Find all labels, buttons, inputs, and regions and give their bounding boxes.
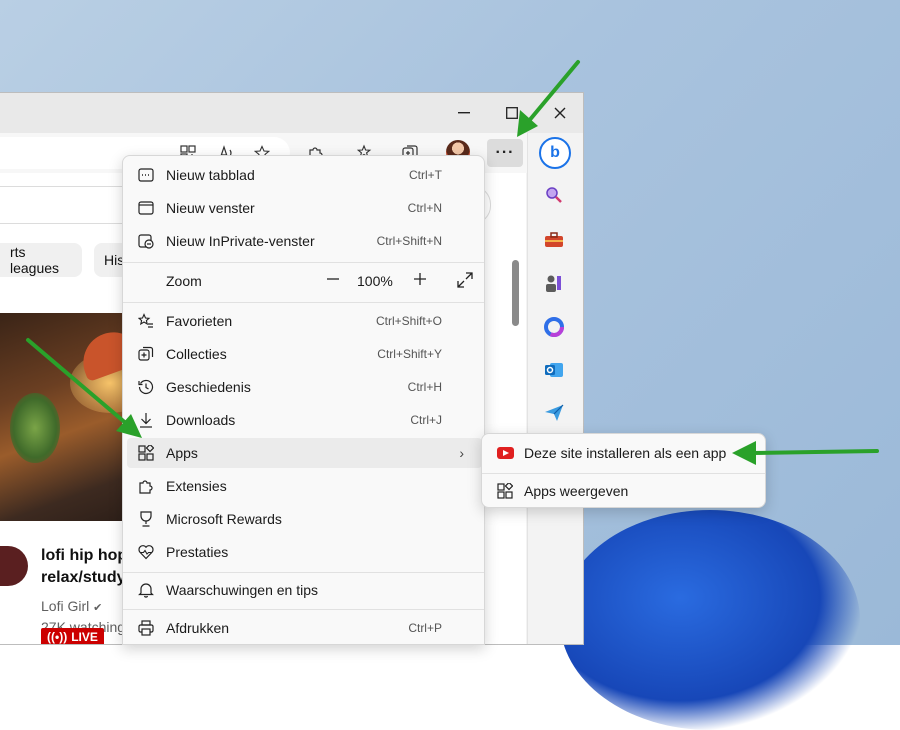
menu-divider — [123, 302, 484, 303]
more-options-button[interactable]: ··· — [487, 139, 523, 167]
live-label: LIVE — [71, 630, 98, 644]
new-window-icon — [137, 199, 155, 217]
close-icon — [554, 107, 566, 119]
extensions-icon — [137, 477, 155, 495]
games-icon[interactable] — [542, 271, 566, 295]
wallpaper-bloom — [560, 510, 860, 730]
youtube-icon — [496, 444, 514, 462]
submenu-item-install-site-as-app[interactable]: Deze site installeren als een app — [486, 438, 761, 468]
menu-item-microsoft-rewards[interactable]: Microsoft Rewards — [127, 504, 482, 534]
expand-icon — [457, 272, 473, 288]
favorites-icon — [137, 312, 155, 330]
zoom-level: 100% — [357, 273, 393, 289]
channel-name-text: Lofi Girl — [41, 598, 90, 614]
bing-icon[interactable]: b — [539, 137, 571, 169]
settings-menu: Nieuw tabblad Ctrl+T Nieuw venster Ctrl+… — [122, 155, 485, 645]
category-chip[interactable]: rts leagues — [0, 243, 82, 277]
inprivate-icon — [137, 232, 155, 250]
maximize-icon — [506, 107, 518, 119]
search-icon[interactable] — [542, 183, 566, 207]
submenu-item-view-apps[interactable]: Apps weergeven — [486, 476, 761, 506]
print-icon — [137, 619, 155, 637]
microsoft365-icon[interactable] — [542, 315, 566, 339]
menu-item-history[interactable]: Geschiedenis Ctrl+H — [127, 372, 482, 402]
minimize-button[interactable] — [450, 101, 478, 125]
collections-icon — [137, 345, 155, 363]
menu-item-zoom: Zoom 100% — [127, 266, 482, 296]
menu-item-new-window[interactable]: Nieuw venster Ctrl+N — [127, 193, 482, 223]
fullscreen-button[interactable] — [457, 272, 473, 291]
thumbnail-plant — [10, 393, 60, 463]
apps-icon — [496, 482, 514, 500]
menu-item-collections[interactable]: Collecties Ctrl+Shift+Y — [127, 339, 482, 369]
chevron-right-icon: › — [459, 445, 464, 461]
menu-item-favorites[interactable]: Favorieten Ctrl+Shift+O — [127, 306, 482, 336]
toolbox-icon[interactable] — [542, 228, 566, 252]
menu-item-print[interactable]: Afdrukken Ctrl+P — [127, 613, 482, 643]
menu-item-alerts-and-tips[interactable]: Waarschuwingen en tips — [127, 575, 482, 605]
bell-icon — [137, 581, 155, 599]
menu-divider — [123, 262, 484, 263]
verified-icon: ✔ — [93, 602, 103, 614]
live-badge: ((•)) LIVE — [41, 628, 104, 644]
menu-item-extensions[interactable]: Extensies — [127, 471, 482, 501]
menu-item-new-tab[interactable]: Nieuw tabblad Ctrl+T — [127, 160, 482, 190]
menu-divider — [123, 609, 484, 610]
minimize-icon — [458, 112, 470, 114]
channel-avatar[interactable] — [0, 546, 28, 586]
menu-item-downloads[interactable]: Downloads Ctrl+J — [127, 405, 482, 435]
menu-item-new-inprivate-window[interactable]: Nieuw InPrivate-venster Ctrl+Shift+N — [127, 226, 482, 256]
live-icon: ((•)) — [47, 630, 68, 644]
send-icon[interactable] — [542, 401, 566, 425]
menu-divider — [482, 473, 765, 474]
performance-icon — [137, 543, 155, 561]
title-bar — [0, 93, 583, 133]
channel-name[interactable]: Lofi Girl ✔ — [41, 598, 102, 614]
outlook-icon[interactable] — [542, 358, 566, 382]
menu-item-apps[interactable]: Apps › — [127, 438, 482, 468]
download-icon — [137, 411, 155, 429]
maximize-button[interactable] — [498, 101, 526, 125]
apps-submenu: Deze site installeren als een app Apps w… — [481, 433, 766, 508]
edge-sidebar: b — [527, 133, 583, 644]
zoom-out-button[interactable] — [326, 272, 340, 289]
menu-item-performance[interactable]: Prestaties — [127, 537, 482, 567]
close-button[interactable] — [546, 101, 574, 125]
new-tab-icon — [137, 166, 155, 184]
apps-icon — [137, 444, 155, 462]
rewards-icon — [137, 510, 155, 528]
history-icon — [137, 378, 155, 396]
video-title[interactable]: lofi hip hop relax/study — [41, 545, 131, 589]
scrollbar-thumb[interactable] — [512, 260, 519, 326]
zoom-in-button[interactable] — [413, 272, 427, 289]
menu-divider — [123, 572, 484, 573]
